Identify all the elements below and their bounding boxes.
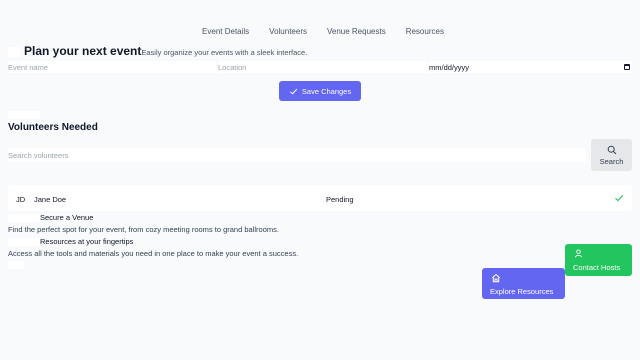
contact-hosts-label: Contact Hosts xyxy=(573,263,621,272)
venue-card-description: Find the perfect spot for your event, fr… xyxy=(8,225,279,234)
save-changes-button[interactable]: Save Changes xyxy=(279,81,361,101)
search-button[interactable]: Search xyxy=(591,139,632,171)
check-icon[interactable] xyxy=(614,193,624,203)
nav-volunteers[interactable]: Volunteers xyxy=(269,27,307,36)
location-input[interactable]: Location xyxy=(218,61,428,73)
resources-card-title: Resources at your fingertips xyxy=(40,237,134,246)
resources-checkbox[interactable] xyxy=(8,238,40,246)
calendar-icon[interactable] xyxy=(624,64,630,70)
event-form: Event name Location mm/dd/yyyy xyxy=(8,61,632,73)
search-label: Search xyxy=(599,156,624,166)
nav-resources[interactable]: Resources xyxy=(406,27,444,36)
check-icon xyxy=(289,88,298,94)
venue-card-title: Secure a Venue xyxy=(40,213,94,222)
explore-resources-button[interactable]: Explore Resources xyxy=(482,268,565,299)
avatar: JD xyxy=(16,195,26,204)
user-icon xyxy=(574,249,583,258)
resources-card-toggle[interactable] xyxy=(8,261,24,269)
contact-hosts-button[interactable]: Contact Hosts xyxy=(565,244,632,276)
save-changes-label: Save Changes xyxy=(301,86,352,96)
top-nav: Event Details Volunteers Venue Requests … xyxy=(0,27,640,36)
event-header: Plan your next event Easily organize you… xyxy=(8,44,307,58)
explore-resources-label: Explore Resources xyxy=(490,287,554,296)
search-volunteers-input[interactable]: Search volunteers xyxy=(8,148,586,162)
venue-checkbox[interactable] xyxy=(8,214,40,222)
status-badge: Pending xyxy=(326,195,354,204)
volunteers-heading: Volunteers Needed xyxy=(8,122,98,133)
volunteer-name: Jane Doe xyxy=(34,195,67,204)
search-icon xyxy=(607,145,616,154)
nav-event-details[interactable]: Event Details xyxy=(202,27,249,36)
section-divider xyxy=(8,111,40,119)
page-title: Plan your next event xyxy=(24,44,142,58)
resources-card-description: Access all the tools and materials you n… xyxy=(8,249,299,258)
date-value: mm/dd/yyyy xyxy=(429,62,470,72)
nav-venue-requests[interactable]: Venue Requests xyxy=(327,27,386,36)
page-subtitle: Easily organize your events with a sleek… xyxy=(141,48,308,57)
table-row[interactable]: JD Jane Doe Pending xyxy=(8,185,632,211)
date-input[interactable]: mm/dd/yyyy xyxy=(429,61,632,73)
home-icon xyxy=(491,273,501,283)
header-checkbox[interactable] xyxy=(8,47,20,57)
event-name-input[interactable]: Event name xyxy=(8,61,216,73)
